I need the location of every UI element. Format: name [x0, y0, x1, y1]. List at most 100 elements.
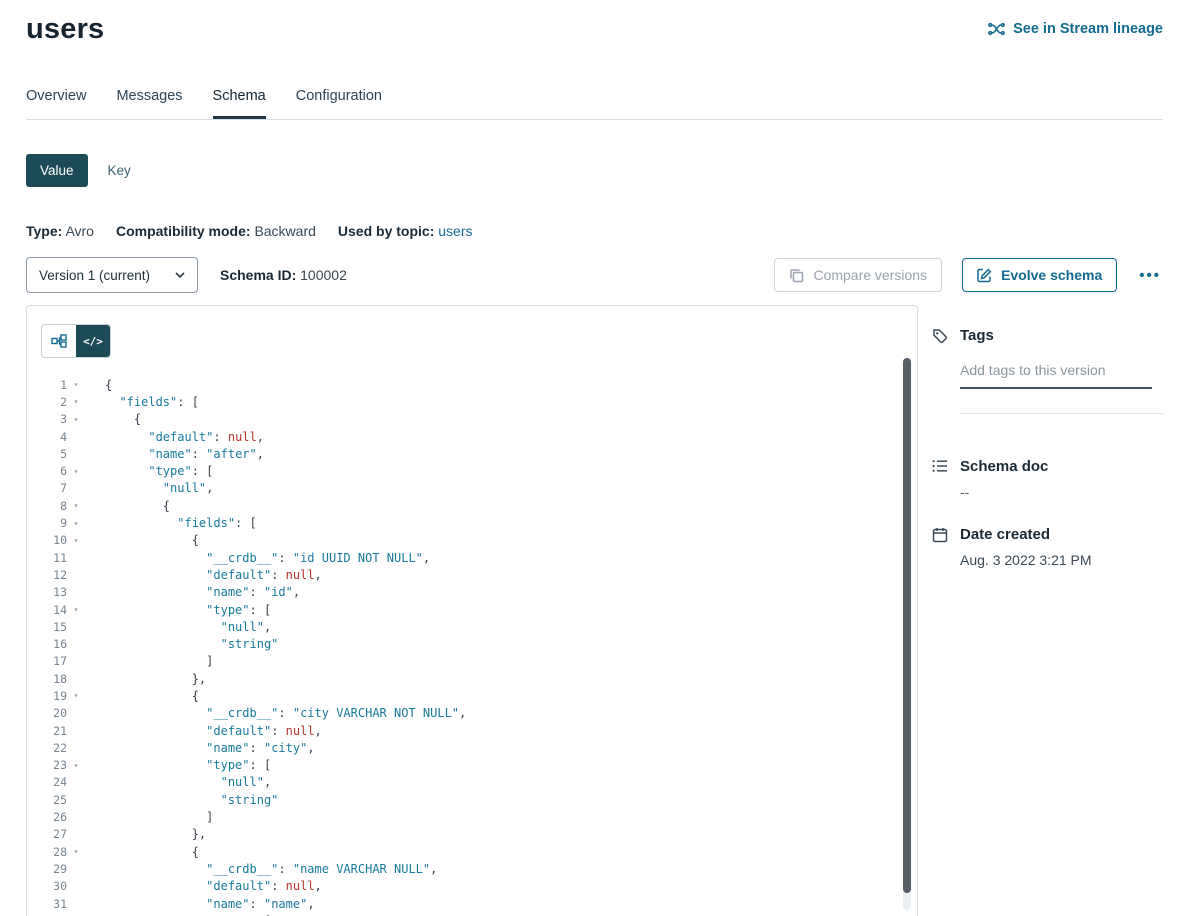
list-icon [932, 458, 950, 500]
line-number: 9 [41, 516, 67, 530]
topic-link[interactable]: users [438, 223, 472, 239]
tab-overview[interactable]: Overview [26, 84, 86, 119]
schema-doc-value: -- [960, 484, 1163, 500]
chevron-down-icon [175, 272, 185, 278]
schema-meta: Type: Avro Compatibility mode: Backward … [26, 223, 1163, 239]
code-line: 15 "null", [41, 618, 917, 635]
fold-arrow-icon[interactable]: ▾ [67, 501, 85, 510]
code-line: 9▾ "fields": [ [41, 514, 917, 531]
line-number: 2 [41, 395, 67, 409]
date-created-section: Date created Aug. 3 2022 3:21 PM [932, 526, 1163, 568]
line-number: 27 [41, 827, 67, 841]
line-number: 1 [41, 378, 67, 392]
fold-arrow-icon[interactable]: ▾ [67, 397, 85, 406]
schema-page: users See in Stream lineage Overview Mess… [0, 0, 1189, 916]
evolve-schema-label: Evolve schema [1001, 267, 1102, 283]
schema-doc-title: Schema doc [960, 458, 1163, 475]
tab-schema[interactable]: Schema [213, 84, 266, 119]
code-line: 28▾ { [41, 843, 917, 860]
schema-toolbar: Version 1 (current) Schema ID: 100002 Co… [26, 257, 1163, 293]
code-text: "null", [105, 620, 271, 634]
line-number: 29 [41, 862, 67, 876]
line-number: 21 [41, 724, 67, 738]
code-text: ] [105, 810, 213, 824]
content: </> 1▾{2▾ "fields": [3▾ {4 "default": nu… [26, 305, 1163, 916]
toggle-value[interactable]: Value [26, 154, 88, 187]
compare-versions-label: Compare versions [813, 267, 927, 283]
tags-section: Tags [932, 327, 1163, 414]
editor-scrollbar-track[interactable] [903, 358, 911, 910]
calendar-icon [932, 526, 950, 568]
compare-versions-button[interactable]: Compare versions [774, 258, 942, 292]
schema-doc-body: Schema doc -- [960, 458, 1163, 500]
line-number: 23 [41, 758, 67, 772]
version-select-value: Version 1 (current) [39, 268, 150, 283]
tab-configuration[interactable]: Configuration [296, 84, 382, 119]
meta-compatibility: Compatibility mode: Backward [116, 223, 316, 239]
code-line: 2▾ "fields": [ [41, 393, 917, 410]
code-line: 12 "default": null, [41, 566, 917, 583]
code-line: 29 "__crdb__": "name VARCHAR NULL", [41, 860, 917, 877]
fold-arrow-icon[interactable]: ▾ [67, 467, 85, 476]
line-number: 5 [41, 447, 67, 461]
evolve-schema-button[interactable]: Evolve schema [962, 258, 1117, 292]
compare-icon [789, 268, 804, 283]
editor-scrollbar-thumb[interactable] [903, 358, 911, 893]
code-text: "fields": [ [105, 516, 257, 530]
code-line: 25 "string" [41, 791, 917, 808]
tag-icon [932, 327, 950, 414]
stream-lineage-link[interactable]: See in Stream lineage [988, 21, 1163, 37]
tree-view-icon [51, 334, 67, 348]
fold-arrow-icon[interactable]: ▾ [67, 380, 85, 389]
code-text: "default": null, [105, 430, 264, 444]
fold-arrow-icon[interactable]: ▾ [67, 761, 85, 770]
code-text: { [105, 845, 199, 859]
line-number: 10 [41, 533, 67, 547]
code-line: 3▾ { [41, 411, 917, 428]
line-number: 18 [41, 672, 67, 686]
code-editor[interactable]: 1▾{2▾ "fields": [3▾ {4 "default": null,5… [41, 376, 917, 916]
tree-view-button[interactable] [42, 325, 76, 357]
fold-arrow-icon[interactable]: ▾ [67, 415, 85, 424]
date-created-value: Aug. 3 2022 3:21 PM [960, 552, 1163, 568]
schema-id: Schema ID: 100002 [220, 267, 347, 283]
date-created-title: Date created [960, 526, 1163, 543]
toolbar-actions: Compare versions Evolve schema ••• [774, 258, 1163, 292]
tab-messages[interactable]: Messages [116, 84, 182, 119]
code-line: 7 "null", [41, 480, 917, 497]
line-number: 6 [41, 464, 67, 478]
meta-type-label: Type: [26, 223, 62, 239]
tags-input[interactable] [960, 358, 1152, 389]
line-number: 17 [41, 654, 67, 668]
fold-arrow-icon[interactable]: ▾ [67, 847, 85, 856]
topbar: users See in Stream lineage [26, 0, 1163, 46]
fold-arrow-icon[interactable]: ▾ [67, 691, 85, 700]
fold-arrow-icon[interactable]: ▾ [67, 536, 85, 545]
code-text: "name": "city", [105, 741, 315, 755]
toggle-key[interactable]: Key [94, 154, 145, 187]
fold-arrow-icon[interactable]: ▾ [67, 605, 85, 614]
code-text: "name": "name", [105, 897, 315, 911]
tabs-divider [26, 119, 1163, 120]
editor-view-toggle: </> [41, 324, 111, 358]
details-sidebar: Tags Schema doc -- Date [932, 305, 1163, 916]
page-title: users [26, 13, 104, 46]
code-text: "name": "id", [105, 585, 300, 599]
code-text: "name": "after", [105, 447, 264, 461]
line-number: 7 [41, 481, 67, 495]
code-line: 30 "default": null, [41, 878, 917, 895]
meta-compatibility-value: Backward [254, 223, 315, 239]
code-view-button[interactable]: </> [76, 325, 110, 357]
code-text: }, [105, 672, 206, 686]
line-number: 22 [41, 741, 67, 755]
code-text: "default": null, [105, 568, 322, 582]
line-number: 26 [41, 810, 67, 824]
more-options-button[interactable]: ••• [1137, 263, 1163, 288]
fold-arrow-icon[interactable]: ▾ [67, 519, 85, 528]
code-text: ] [105, 654, 213, 668]
line-number: 11 [41, 551, 67, 565]
code-text: }, [105, 827, 206, 841]
version-select[interactable]: Version 1 (current) [26, 257, 198, 293]
date-created-body: Date created Aug. 3 2022 3:21 PM [960, 526, 1163, 568]
code-text: "__crdb__": "id UUID NOT NULL", [105, 551, 430, 565]
